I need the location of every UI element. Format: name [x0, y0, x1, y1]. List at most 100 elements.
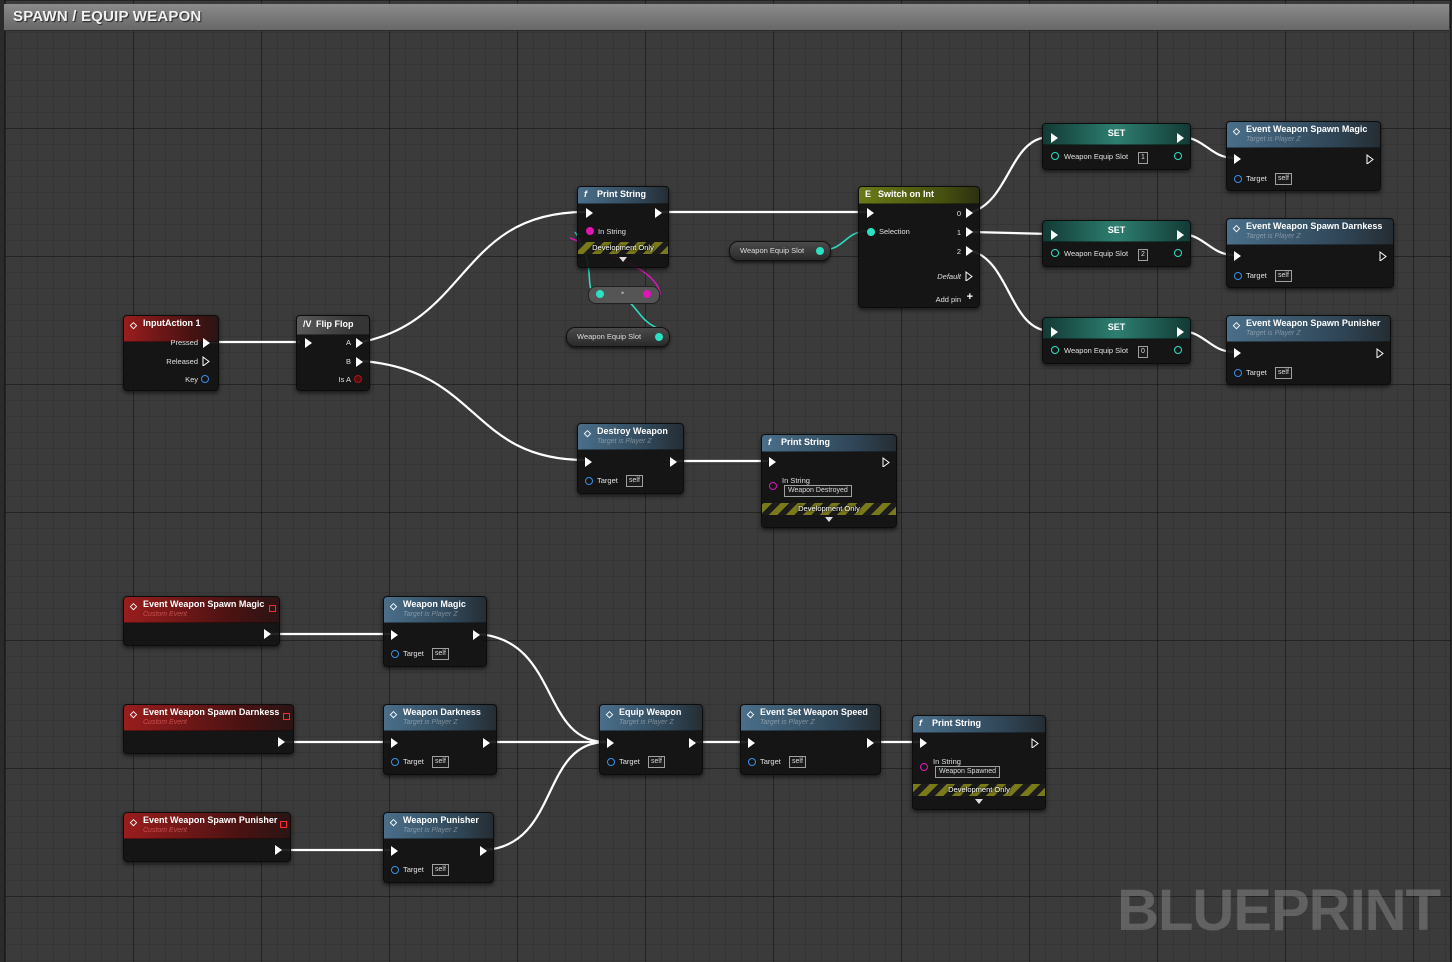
print-string-node[interactable]: f Print String In String Weapon Destroye… [761, 434, 897, 528]
string-pin[interactable] [643, 290, 651, 298]
weapon-call-node[interactable]: ◇ Weapon Punisher Target is Player Z Tar… [383, 812, 494, 883]
exec-out-pin[interactable] [966, 246, 973, 256]
exec-in-pin[interactable] [391, 630, 398, 640]
int-out-pin[interactable] [1174, 249, 1182, 257]
exec-out-pin[interactable] [1177, 327, 1184, 337]
exec-in-pin[interactable] [391, 738, 398, 748]
exec-out-pin-hollow[interactable] [1376, 348, 1384, 358]
int-value-field[interactable]: 0 [1138, 346, 1148, 358]
expand-caret-icon[interactable] [975, 799, 983, 804]
custom-event-node[interactable]: ◇ Event Weapon Spawn Magic Custom Event [123, 596, 280, 646]
call-event-node[interactable]: ◇ Event Weapon Spawn Punisher Target is … [1226, 315, 1391, 385]
int-pin[interactable] [1051, 249, 1059, 257]
string-pin[interactable] [586, 227, 594, 235]
delegate-pin-icon[interactable] [280, 821, 287, 828]
exec-in-pin[interactable] [867, 208, 874, 218]
selection-pin[interactable] [867, 228, 875, 236]
set-node[interactable]: SET Weapon Equip Slot 2 [1042, 220, 1191, 267]
expand-caret-icon[interactable] [825, 517, 833, 522]
delegate-pin-icon[interactable] [283, 713, 290, 720]
exec-out-pin-hollow[interactable] [1366, 154, 1374, 164]
int-pin[interactable] [816, 247, 824, 255]
int-value-field[interactable]: 2 [1138, 249, 1148, 261]
int-pin[interactable] [596, 290, 604, 298]
string-pin[interactable] [920, 763, 928, 771]
exec-out-pin[interactable] [966, 227, 973, 237]
int-value-field[interactable]: 1 [1138, 152, 1148, 164]
exec-in-pin[interactable] [586, 208, 593, 218]
target-pin[interactable] [391, 866, 399, 874]
exec-in-pin[interactable] [585, 457, 592, 467]
input-action-node[interactable]: ◇ InputAction 1 Pressed Released Key [123, 315, 219, 391]
int-pin[interactable] [655, 333, 663, 341]
print-string-node[interactable]: f Print String In String Weapon Spawned … [912, 715, 1046, 810]
exec-in-pin[interactable] [391, 846, 398, 856]
target-pin[interactable] [391, 758, 399, 766]
int-pin[interactable] [1051, 152, 1059, 160]
exec-out-pin[interactable] [356, 338, 363, 348]
expand-caret-icon[interactable] [619, 257, 627, 262]
exec-out-pin[interactable] [1177, 230, 1184, 240]
exec-out-pin[interactable] [203, 338, 210, 348]
exec-in-pin[interactable] [769, 457, 776, 467]
weapon-call-node[interactable]: ◇ Weapon Magic Target is Player Z Target… [383, 596, 487, 667]
destroy-weapon-node[interactable]: ◇ Destroy Weapon Target is Player Z Targ… [577, 423, 684, 494]
switch-on-int-node[interactable]: E Switch on Int Selection 0 1 2 Default … [858, 186, 980, 308]
target-pin[interactable] [1234, 272, 1242, 280]
conversion-node[interactable]: • [588, 286, 660, 304]
string-value-field[interactable]: Weapon Destroyed [784, 485, 852, 497]
equip-weapon-node[interactable]: ◇ Equip Weapon Target is Player Z Target… [599, 704, 703, 775]
exec-out-pin[interactable] [1177, 133, 1184, 143]
exec-out-pin-hollow[interactable] [202, 356, 210, 366]
exec-out-pin-hollow[interactable] [882, 457, 890, 467]
exec-out-pin-hollow[interactable] [1031, 738, 1039, 748]
exec-in-pin[interactable] [920, 738, 927, 748]
target-pin[interactable] [391, 650, 399, 658]
self-field[interactable]: self [1275, 173, 1292, 185]
int-out-pin[interactable] [1174, 346, 1182, 354]
call-event-node[interactable]: ◇ Event Weapon Spawn Magic Target is Pla… [1226, 121, 1381, 191]
self-field[interactable]: self [626, 475, 643, 487]
set-node[interactable]: SET Weapon Equip Slot 1 [1042, 123, 1191, 170]
flip-flop-node[interactable]: /V Flip Flop A B Is A [296, 315, 370, 391]
add-pin-plus-icon[interactable]: + [967, 291, 973, 303]
exec-out-pin-hollow[interactable] [1379, 251, 1387, 261]
exec-in-pin[interactable] [1234, 251, 1241, 261]
set-node[interactable]: SET Weapon Equip Slot 0 [1042, 317, 1191, 364]
self-field[interactable]: self [432, 648, 449, 660]
string-value-field[interactable]: Weapon Spawned [935, 766, 1001, 778]
exec-out-pin-hollow[interactable] [965, 271, 973, 281]
self-field[interactable]: self [432, 756, 449, 768]
self-field[interactable]: self [648, 756, 665, 768]
exec-in-pin[interactable] [748, 738, 755, 748]
string-pin[interactable] [769, 482, 777, 490]
exec-in-pin[interactable] [607, 738, 614, 748]
exec-in-pin[interactable] [1051, 327, 1058, 337]
print-string-node[interactable]: f Print String In String Development Onl… [577, 186, 669, 268]
target-pin[interactable] [585, 477, 593, 485]
int-pin[interactable] [1051, 346, 1059, 354]
self-field[interactable]: self [432, 864, 449, 876]
custom-event-node[interactable]: ◇ Event Weapon Spawn Darnkess Custom Eve… [123, 704, 294, 754]
int-out-pin[interactable] [1174, 152, 1182, 160]
exec-in-pin[interactable] [1051, 133, 1058, 143]
exec-out-pin[interactable] [473, 630, 480, 640]
exec-out-pin[interactable] [670, 457, 677, 467]
call-event-node[interactable]: ◇ Event Weapon Spawn Darnkess Target is … [1226, 218, 1394, 288]
custom-event-node[interactable]: ◇ Event Weapon Spawn Punisher Custom Eve… [123, 812, 291, 862]
target-pin[interactable] [607, 758, 615, 766]
exec-out-pin[interactable] [356, 357, 363, 367]
target-pin[interactable] [1234, 369, 1242, 377]
exec-out-pin[interactable] [480, 846, 487, 856]
exec-in-pin[interactable] [305, 338, 312, 348]
set-weapon-speed-node[interactable]: ◇ Event Set Weapon Speed Target is Playe… [740, 704, 881, 775]
exec-out-pin[interactable] [689, 738, 696, 748]
weapon-call-node[interactable]: ◇ Weapon Darkness Target is Player Z Tar… [383, 704, 497, 775]
key-pin[interactable] [201, 375, 209, 383]
exec-out-pin[interactable] [966, 208, 973, 218]
weapon-equip-slot-getter[interactable]: Weapon Equip Slot [566, 327, 670, 347]
exec-out-pin[interactable] [278, 737, 285, 747]
weapon-equip-slot-getter[interactable]: Weapon Equip Slot [729, 241, 831, 261]
self-field[interactable]: self [1275, 367, 1292, 379]
target-pin[interactable] [748, 758, 756, 766]
